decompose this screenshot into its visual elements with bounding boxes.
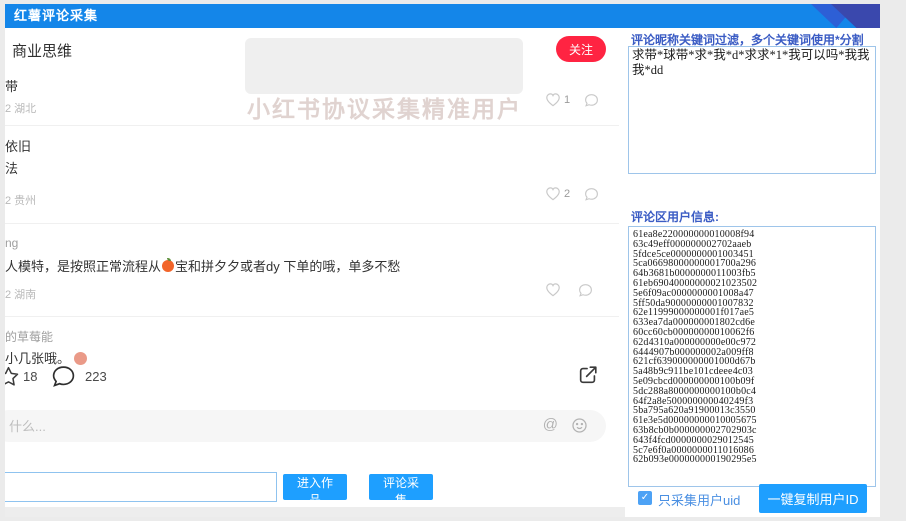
comment-text: 人模特，是按照正常流程从宝和拼夕夕或者dy 下单的哦，单多不愁	[5, 256, 400, 275]
enter-work-button[interactable]: 进入作品	[283, 474, 347, 500]
comment-text: 法	[5, 158, 18, 177]
work-url-input[interactable]	[5, 472, 277, 502]
user-info-label: 评论区用户信息:	[631, 208, 719, 225]
like-count: 1	[564, 94, 570, 106]
collect-comments-button[interactable]: 评论采集	[369, 474, 433, 500]
reply-bubble-icon[interactable]	[584, 187, 599, 202]
uid-only-checkbox-label[interactable]: 只采集用户uid	[658, 490, 740, 509]
divider	[5, 223, 619, 224]
comment-text-part: 人模特，是按照正常流程从	[5, 259, 161, 274]
comment-composer[interactable]: @	[5, 410, 606, 442]
post-panel: 小红书协议采集精准用户 商业思维 关注 带 2 湖北 1 依旧 法 2 贵州	[5, 28, 623, 507]
user-ids-textarea[interactable]: 61ea8e220000000010008f94 63c49eff0000000…	[628, 226, 876, 487]
collect-count: 18	[23, 369, 37, 384]
post-author-name: 商业思维	[12, 40, 72, 61]
comment-text: 带	[5, 76, 18, 95]
share-external-icon[interactable]	[577, 364, 599, 386]
commenter-name: ng	[5, 236, 18, 250]
copy-user-ids-button[interactable]: 一键复制用户ID	[759, 484, 867, 513]
collect-star-icon[interactable]	[5, 365, 20, 388]
comment-meta: 2 湖南	[5, 286, 36, 302]
divider	[5, 316, 619, 317]
peach-emoji-icon	[162, 260, 174, 272]
like-count: 2	[564, 188, 570, 200]
like-heart-icon[interactable]	[545, 186, 561, 202]
comments-count: 223	[85, 369, 107, 384]
mention-at-icon[interactable]: @	[543, 416, 558, 433]
reply-bubble-icon[interactable]	[584, 93, 599, 108]
comment-actions: 1	[545, 92, 615, 108]
like-heart-icon[interactable]	[545, 282, 561, 298]
comment-meta: 2 贵州	[5, 192, 36, 208]
screen: 红薯评论采集 小红书协议采集精准用户 商业思维 关注 带 2 湖北 1	[0, 0, 906, 521]
emoji-smiley-icon[interactable]	[571, 417, 588, 434]
bottom-strip	[5, 507, 625, 517]
title-bar[interactable]: 红薯评论采集	[5, 4, 880, 28]
divider	[5, 125, 619, 126]
watermark-text: 小红书协议采集精准用户	[247, 90, 522, 124]
follow-button[interactable]: 关注	[556, 36, 606, 62]
comment-actions	[545, 282, 615, 298]
reply-bubble-icon[interactable]	[578, 283, 593, 298]
comment-input[interactable]	[9, 414, 429, 438]
comment-text-part: 宝和拼夕夕或者dy 下单的哦，单多不愁	[175, 259, 400, 274]
blurred-band	[245, 38, 523, 94]
keyword-filter-textarea[interactable]: 求带*球带*求*我*d*求求*1*我可以吗*我我我*dd	[628, 46, 876, 174]
collector-panel: 评论昵称关键词过滤，多个关键词使用*分割 求带*球带*求*我*d*求求*1*我可…	[627, 28, 880, 517]
uid-only-checkbox[interactable]: ✓	[638, 491, 652, 505]
comment-actions: 2	[545, 186, 615, 202]
app-title: 红薯评论采集	[14, 4, 98, 28]
commenter-name: 的草莓能	[5, 328, 53, 345]
comments-bubble-icon[interactable]	[51, 364, 76, 389]
app-window: 红薯评论采集 小红书协议采集精准用户 商业思维 关注 带 2 湖北 1	[5, 4, 880, 517]
like-heart-icon[interactable]	[545, 92, 561, 108]
comment-meta: 2 湖北	[5, 100, 36, 116]
comment-text: 依旧	[5, 136, 31, 155]
